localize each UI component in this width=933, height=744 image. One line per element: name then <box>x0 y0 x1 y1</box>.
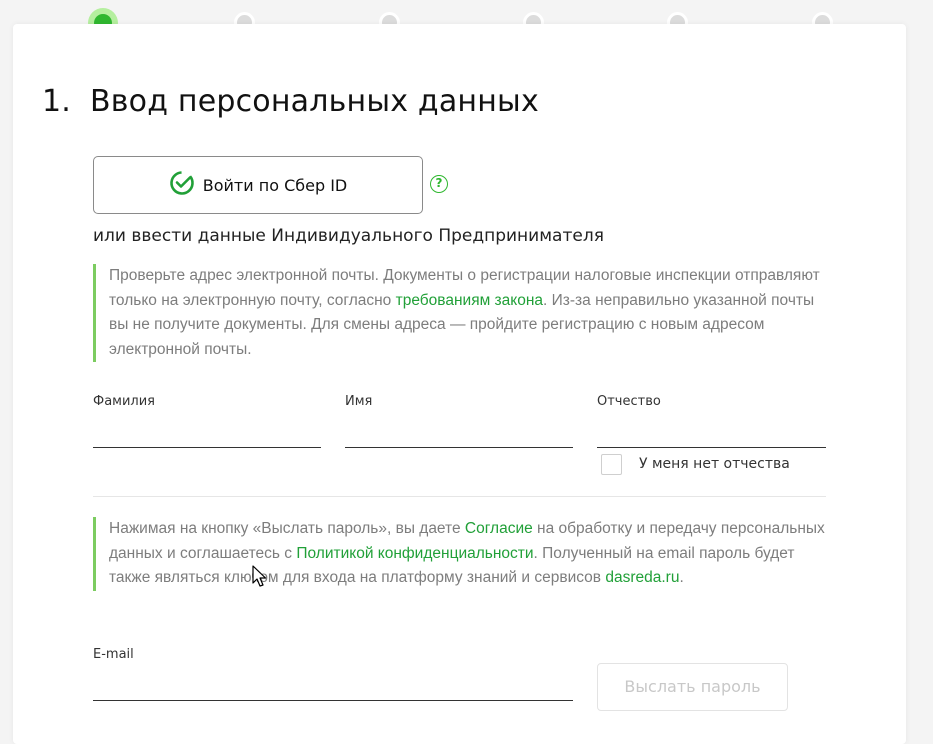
privacy-policy-link[interactable]: Политикой конфиденциальности <box>296 545 533 562</box>
dasreda-link[interactable]: dasreda.ru <box>605 569 679 586</box>
first-name-input[interactable] <box>345 418 573 448</box>
no-patronymic-checkbox[interactable] <box>601 454 622 475</box>
step-number: 1. <box>42 84 72 119</box>
law-requirements-link[interactable]: требованиям закона <box>396 292 543 309</box>
alternative-text: или ввести данные Индивидуального Предпр… <box>93 226 604 246</box>
mouse-cursor-icon <box>252 565 267 587</box>
send-password-button[interactable]: Выслать пароль <box>597 663 788 711</box>
consent-link[interactable]: Согласие <box>465 520 533 537</box>
form-card <box>13 24 906 744</box>
patronymic-label: Отчество <box>597 394 661 409</box>
patronymic-input[interactable] <box>597 418 826 448</box>
last-name-label: Фамилия <box>93 394 155 409</box>
last-name-input[interactable] <box>93 418 321 448</box>
first-name-label: Имя <box>345 394 373 409</box>
consent-text-1: Нажимая на кнопку «Выслать пароль», вы д… <box>109 520 465 537</box>
email-label: E-mail <box>93 647 134 662</box>
sber-check-icon <box>169 170 195 201</box>
sber-id-label: Войти по Сбер ID <box>202 175 348 195</box>
question-circle-icon[interactable]: ? <box>430 175 448 193</box>
title-text: Ввод персональных данных <box>90 84 539 119</box>
sber-id-login-button[interactable]: Войти по Сбер ID <box>93 156 423 214</box>
divider <box>93 496 826 497</box>
no-patronymic-label: У меня нет отчества <box>639 456 790 472</box>
email-input[interactable] <box>93 671 573 701</box>
email-notice: Проверьте адрес электронной почты. Докум… <box>93 264 829 362</box>
consent-text-4: . <box>679 569 684 586</box>
consent-notice: Нажимая на кнопку «Выслать пароль», вы д… <box>93 517 829 591</box>
page-title: 1. Ввод персональных данных <box>42 84 539 119</box>
